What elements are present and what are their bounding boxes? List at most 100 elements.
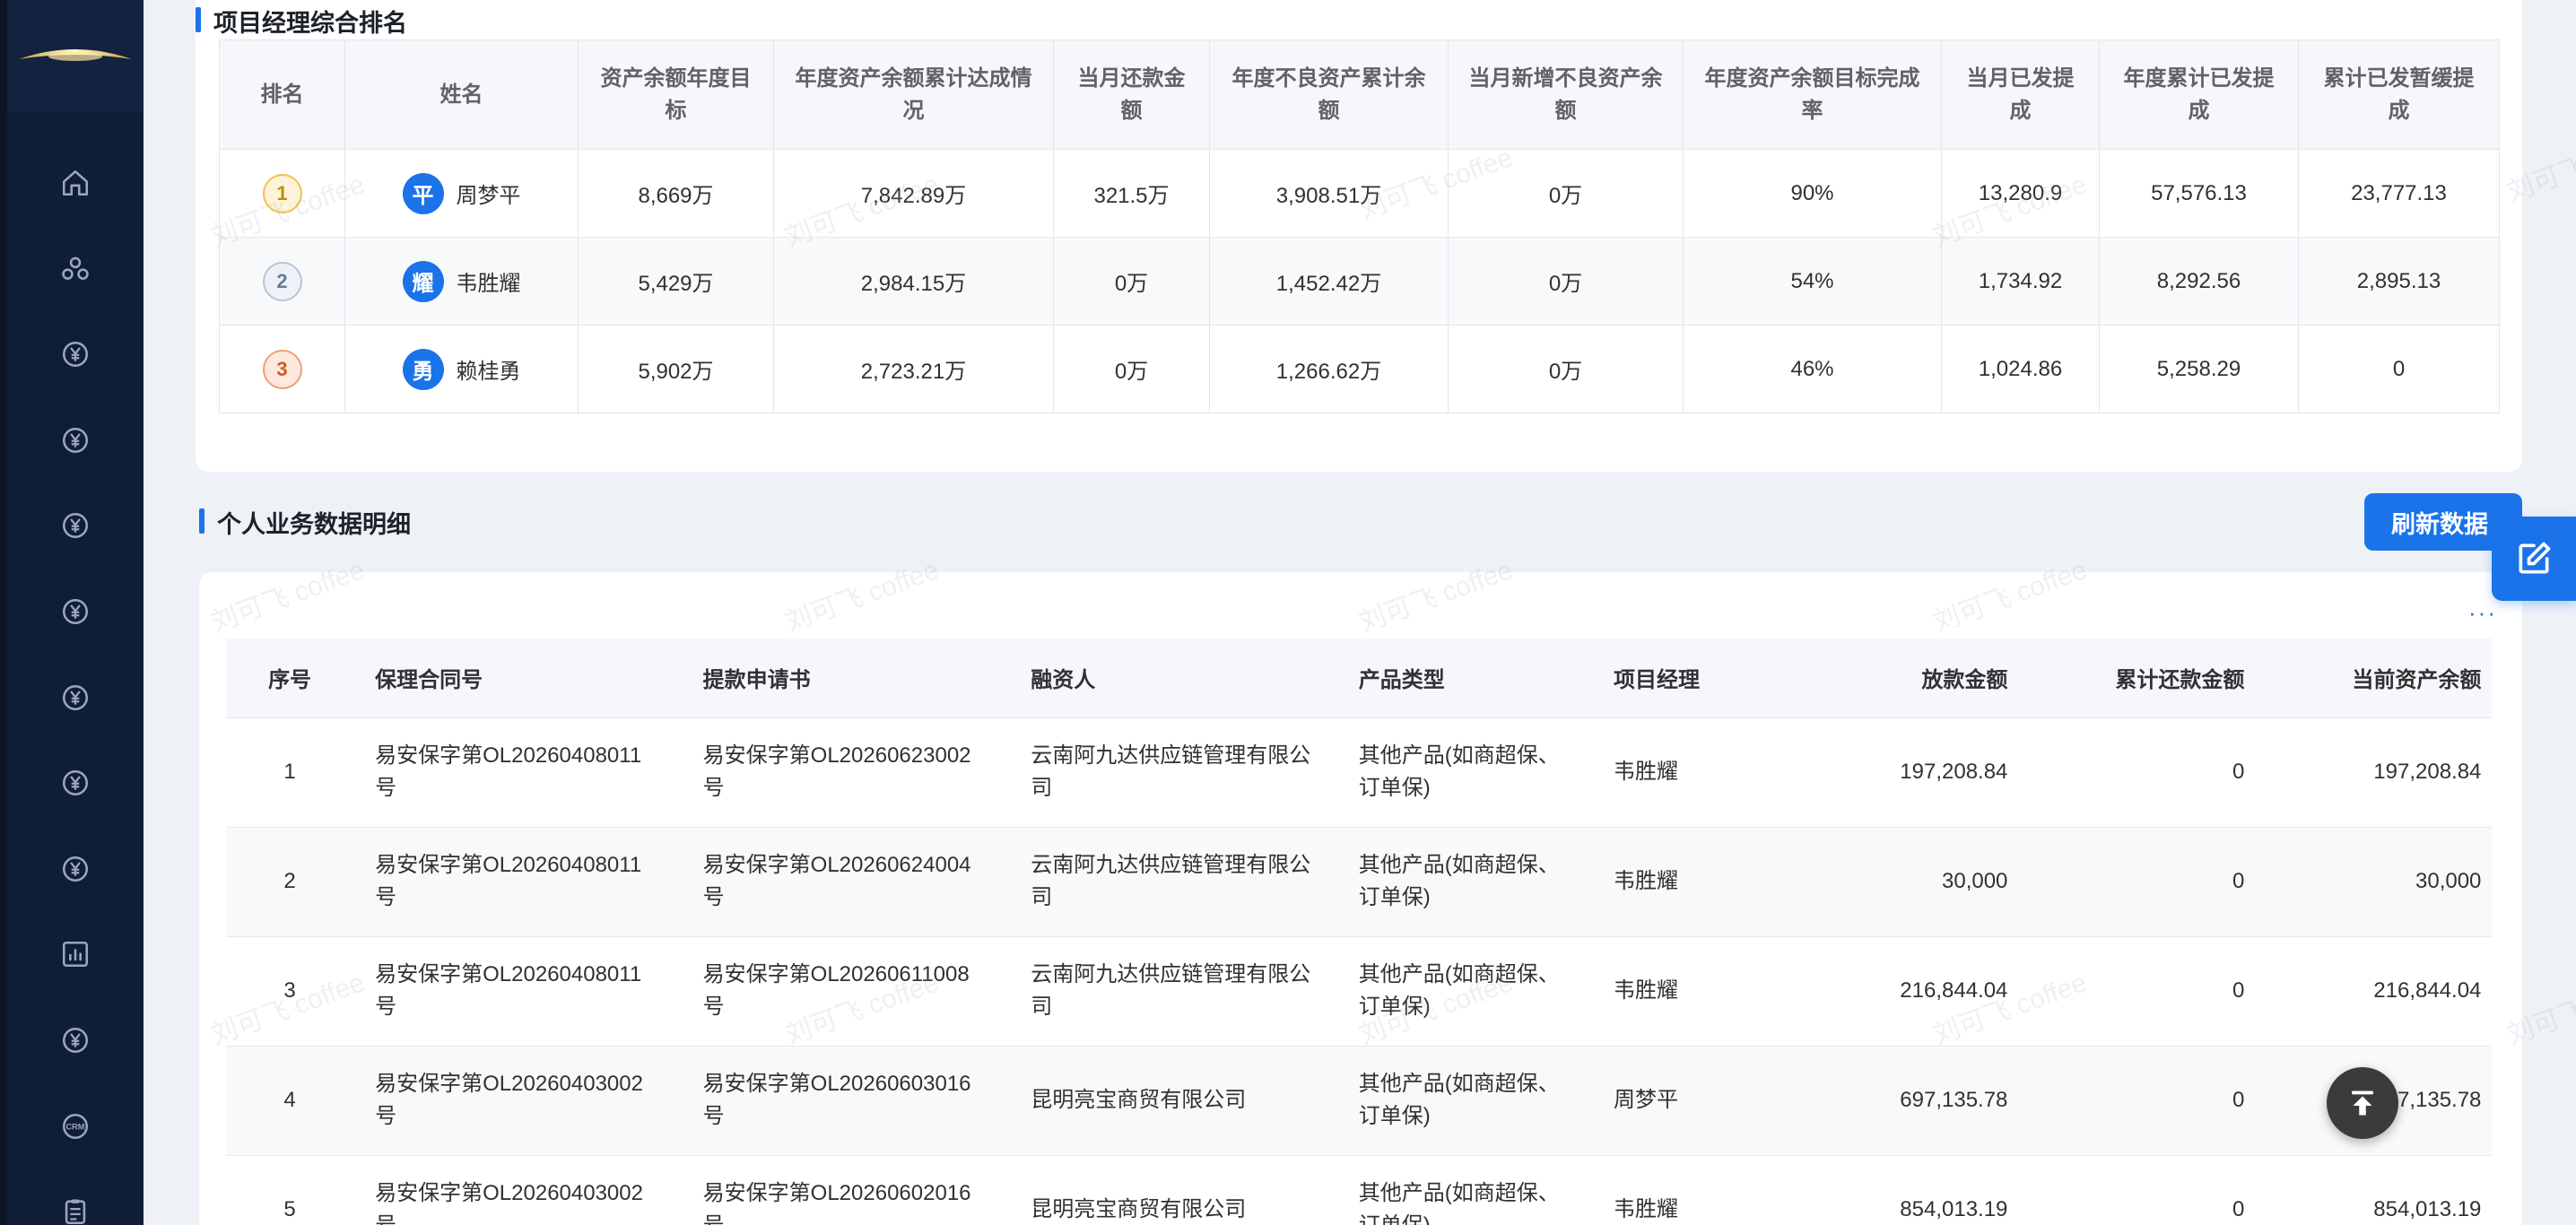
avatar: 耀	[402, 260, 444, 302]
ranking-header: 年度不良资产累计余额	[1209, 39, 1449, 150]
name-cell: 勇赖桂勇	[344, 325, 579, 413]
detail-product-cell: 其他产品(如商超保、订单保)	[1336, 827, 1593, 937]
ranking-repay-cell: 0万	[1053, 325, 1210, 413]
detail-repaid-cell: 0	[2029, 1046, 2267, 1156]
detail-loan-cell: 30,000	[1792, 827, 2030, 937]
detail-financier-cell: 云南阿九达供应链管理有限公司	[1009, 717, 1337, 828]
more-columns-icon[interactable]: ···	[2468, 599, 2497, 627]
detail-product-cell: 其他产品(如商超保、订单保)	[1336, 1155, 1593, 1225]
table-row[interactable]: 5易安保字第OL20260403002号易安保字第OL20260602016号昆…	[226, 1155, 2492, 1225]
ranking-achieved-cell: 2,723.21万	[773, 325, 1054, 413]
detail-repaid-cell: 0	[2029, 1155, 2267, 1225]
detail-financier-cell: 昆明亮宝商贸有限公司	[1009, 1046, 1337, 1156]
ranking-repay-cell: 0万	[1053, 237, 1210, 326]
sidebar-item-3[interactable]	[7, 311, 144, 397]
detail-product-cell: 其他产品(如商超保、订单保)	[1336, 1046, 1593, 1156]
ranking-bad-total-cell: 1,452.42万	[1209, 237, 1449, 326]
detail-contract-cell: 易安保字第OL20260403002号	[353, 1155, 682, 1225]
ranking-rate-cell: 46%	[1683, 325, 1942, 413]
detail-apply-cell: 易安保字第OL20260602016号	[681, 1155, 1010, 1225]
sidebar-item-1[interactable]	[7, 140, 144, 226]
detail-header[interactable]: 产品类型	[1336, 639, 1593, 718]
detail-contract-cell: 易安保字第OL20260408011号	[353, 717, 682, 828]
arrow-up-icon	[2352, 1090, 2373, 1116]
detail-header[interactable]: 当前资产余额	[2266, 639, 2492, 718]
table-row[interactable]: 4 易安保字第OL20260403002号 易安保字第OL20260603016号昆…	[226, 1046, 2492, 1156]
detail-header[interactable]: 累计还款金额	[2029, 639, 2267, 718]
yen-circle-icon	[62, 1027, 89, 1054]
sidebar-item-2[interactable]	[7, 226, 144, 312]
sidebar-item-12[interactable]: CRM	[7, 1083, 144, 1169]
detail-header[interactable]: 提款申请书	[681, 639, 1010, 718]
detail-header[interactable]: 保理合同号	[353, 639, 682, 718]
table-row[interactable]: 1 易安保字第OL20260408011号 易安保字第OL20260623002号云…	[226, 717, 2492, 828]
detail-repaid-cell: 0	[2029, 717, 2267, 828]
yen-circle-icon	[62, 770, 89, 796]
detail-financier-cell: 昆明亮宝商贸有限公司	[1009, 1155, 1337, 1225]
yen-circle-icon	[62, 513, 89, 539]
ranking-header: 年度资产余额累计达成情况	[773, 39, 1054, 150]
detail-table-scroll[interactable]: 序号保理合同号提款申请书融资人产品类型项目经理放款金额累计还款金额当前资产余额是…	[226, 639, 2492, 1225]
detail-header[interactable]: 序号	[226, 639, 354, 718]
rank-badge: 2	[262, 261, 302, 301]
sidebar-item-6[interactable]	[7, 569, 144, 655]
name-cell: 平周梦平	[344, 149, 579, 238]
detail-manager-cell: 韦胜耀	[1592, 827, 1793, 937]
detail-manager-cell: 韦胜耀	[1592, 1155, 1793, 1225]
detail-apply-cell: 易安保字第OL20260623002号	[681, 717, 1010, 828]
ranking-row[interactable]: 3 勇赖桂勇 5,902万 2,723.21万 0万 1,266.62万 0万 46% 1,02…	[219, 325, 2500, 413]
avatar: 勇	[402, 348, 444, 390]
sidebar-item-11[interactable]	[7, 997, 144, 1083]
ranking-bad-total-cell: 1,266.62万	[1209, 325, 1449, 413]
ranking-header: 年度资产余额目标完成率	[1683, 39, 1942, 150]
back-to-top-button[interactable]	[2327, 1067, 2398, 1139]
ranking-target-cell: 8,669万	[578, 149, 774, 238]
sidebar-item-9[interactable]	[7, 826, 144, 912]
ranking-achieved-cell: 2,984.15万	[773, 237, 1054, 326]
ranking-header: 资产余额年度目标	[578, 39, 774, 150]
detail-header[interactable]: 融资人	[1009, 639, 1337, 718]
detail-balance-cell: 854,013.19	[2266, 1155, 2492, 1225]
detail-title: 个人业务数据明细	[199, 505, 411, 540]
table-row[interactable]: 2 易安保字第OL20260408011号 易安保字第OL20260624004号云…	[226, 827, 2492, 937]
ranking-month-comm-cell: 1,024.86	[1941, 325, 2100, 413]
ranking-row[interactable]: 2 耀韦胜耀 5,429万 2,984.15万 0万 1,452.42万 0万 54% 1,73…	[219, 237, 2500, 326]
ranking-bad-new-cell: 0万	[1448, 325, 1684, 413]
ranking-target-cell: 5,902万	[578, 325, 774, 413]
edit-float-button[interactable]	[2492, 517, 2576, 601]
crm-icon: CRM	[62, 1113, 89, 1139]
yen-circle-icon	[62, 427, 89, 453]
sidebar-item-7[interactable]	[7, 655, 144, 741]
ranking-title: 项目经理综合排名	[196, 4, 407, 39]
detail-header[interactable]: 项目经理	[1592, 639, 1793, 718]
ranking-header: 累计已发暂缓提成	[2298, 39, 2500, 150]
window-edge	[0, 0, 7, 1225]
ranking-year-comm-cell: 57,576.13	[2099, 149, 2299, 238]
sidebar-item-8[interactable]	[7, 740, 144, 826]
ranking-repay-cell: 321.5万	[1053, 149, 1210, 238]
detail-apply-cell: 易安保字第OL20260611008号	[681, 936, 1010, 1047]
ranking-rate-cell: 54%	[1683, 237, 1942, 326]
detail-no-cell: 4	[226, 1046, 354, 1156]
ranking-deferred-cell: 2,895.13	[2298, 237, 2500, 326]
avatar: 平	[402, 172, 444, 214]
rank-cell: 3	[219, 325, 345, 413]
ranking-rate-cell: 90%	[1683, 149, 1942, 238]
detail-contract-cell: 易安保字第OL20260408011号	[353, 936, 682, 1047]
sidebar-item-4[interactable]	[7, 397, 144, 483]
sidebar-item-5[interactable]	[7, 482, 144, 569]
yen-circle-icon	[62, 342, 89, 368]
ranking-year-comm-cell: 5,258.29	[2099, 325, 2299, 413]
detail-loan-cell: 697,135.78	[1792, 1046, 2030, 1156]
manager-name: 周梦平	[456, 184, 521, 208]
sidebar-item-10[interactable]	[7, 911, 144, 997]
detail-balance-cell: 197,208.84	[2266, 717, 2492, 828]
sidebar-item-13[interactable]	[7, 1169, 144, 1225]
ranking-header: 排名	[219, 39, 345, 150]
ranking-row[interactable]: 1 平周梦平 8,669万 7,842.89万 321.5万 3,908.51万 0万 90%…	[219, 149, 2500, 238]
yen-circle-icon	[62, 856, 89, 882]
table-row[interactable]: 3 易安保字第OL20260408011号 易安保字第OL20260611008号云…	[226, 936, 2492, 1047]
ranking-header: 当月新增不良资产余额	[1448, 39, 1684, 150]
detail-header[interactable]: 放款金额	[1792, 639, 2030, 718]
ranking-deferred-cell: 0	[2298, 325, 2500, 413]
